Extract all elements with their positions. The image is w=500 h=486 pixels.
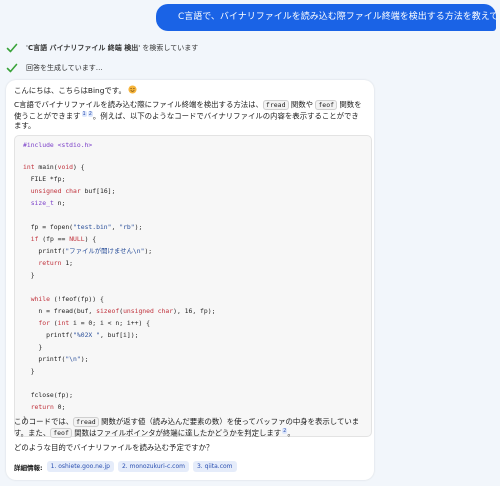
learn-more-row: 詳細情報: 1. oshiete.goo.ne.jp 2. monozukuri… — [14, 461, 241, 472]
answer-intro: C言語でバイナリファイルを読み込む際にファイル終端を検出する方法は、 fread … — [14, 100, 362, 131]
answer-explanation: このコードでは、 fread 関数が返す値（読み込んだ要素の数）を使ってバッファの… — [14, 417, 360, 438]
code-line: for (int i = 0; i < n; i++) { — [38, 319, 150, 327]
code-line: while (!feof(fp)) { — [30, 295, 104, 303]
follow-up-question: どのような目的でバイナリファイルを読み込む予定ですか？ — [14, 443, 214, 452]
code-line: size_t n; — [30, 199, 66, 207]
code-line: if (fp == NULL) { — [30, 235, 97, 243]
code-line: printf("\n"); — [23, 355, 89, 363]
code-line: #include <stdio.h> — [23, 141, 93, 149]
inline-code-feof: feof — [50, 427, 72, 438]
reference-link[interactable]: 3. qiita.com — [192, 461, 237, 472]
code-line: } — [23, 367, 35, 375]
search-query: C言語 バイナリファイル 終端 検出 — [27, 44, 139, 52]
greeting: こんにちは、こちらはBingです。 — [14, 85, 366, 97]
citation-1[interactable]: 1 — [81, 110, 87, 117]
search-status: 'C言語 バイナリファイル 終端 検出' を検索しています — [6, 42, 198, 54]
code-line: fclose(fp); — [23, 391, 74, 399]
code-line: printf("ファイルが開けません\n"); — [23, 247, 153, 255]
code-line: } — [23, 271, 35, 279]
checkmark-icon — [6, 63, 18, 73]
inline-code-fread: fread — [262, 100, 289, 110]
code-line: return 1; — [38, 259, 74, 267]
bing-answer-card: こんにちは、こちらはBingです。 C言語でバイナリファイルを読み込む際にファイ… — [6, 80, 374, 480]
code-line: FILE *fp; — [23, 175, 66, 183]
reference-link[interactable]: 2. monozukuri-c.com — [117, 461, 189, 472]
checkmark-icon — [6, 43, 18, 53]
code-line: return 0; — [30, 403, 66, 411]
generating-text: 回答を生成しています… — [26, 64, 103, 72]
inline-code-fread: fread — [73, 417, 99, 427]
code-line: unsigned char buf[16]; — [30, 187, 116, 195]
code-line: n = fread(buf, sizeof(unsigned char), 16… — [23, 307, 216, 315]
reference-link[interactable]: 1. oshiete.goo.ne.jp — [46, 461, 114, 472]
code-line: printf("%02X ", buf[i]); — [23, 331, 139, 339]
code-line: fp = fopen("test.bin", "rb"); — [23, 223, 143, 231]
inline-code-feof: feof — [315, 100, 338, 110]
search-status-suffix: を検索しています — [140, 44, 199, 52]
code-block: #include <stdio.h> int main(void) { FILE… — [14, 135, 372, 437]
learn-more-label: 詳細情報: — [14, 463, 43, 472]
generating-status: 回答を生成しています… — [6, 62, 103, 74]
smile-emoji-icon — [128, 85, 137, 94]
code-line: } — [23, 343, 43, 351]
user-message-bubble: C言語で、バイナリファイルを読み込む際ファイル終端を検出する方法を教えてください… — [156, 4, 496, 31]
code-line: int main(void) { — [23, 163, 85, 171]
